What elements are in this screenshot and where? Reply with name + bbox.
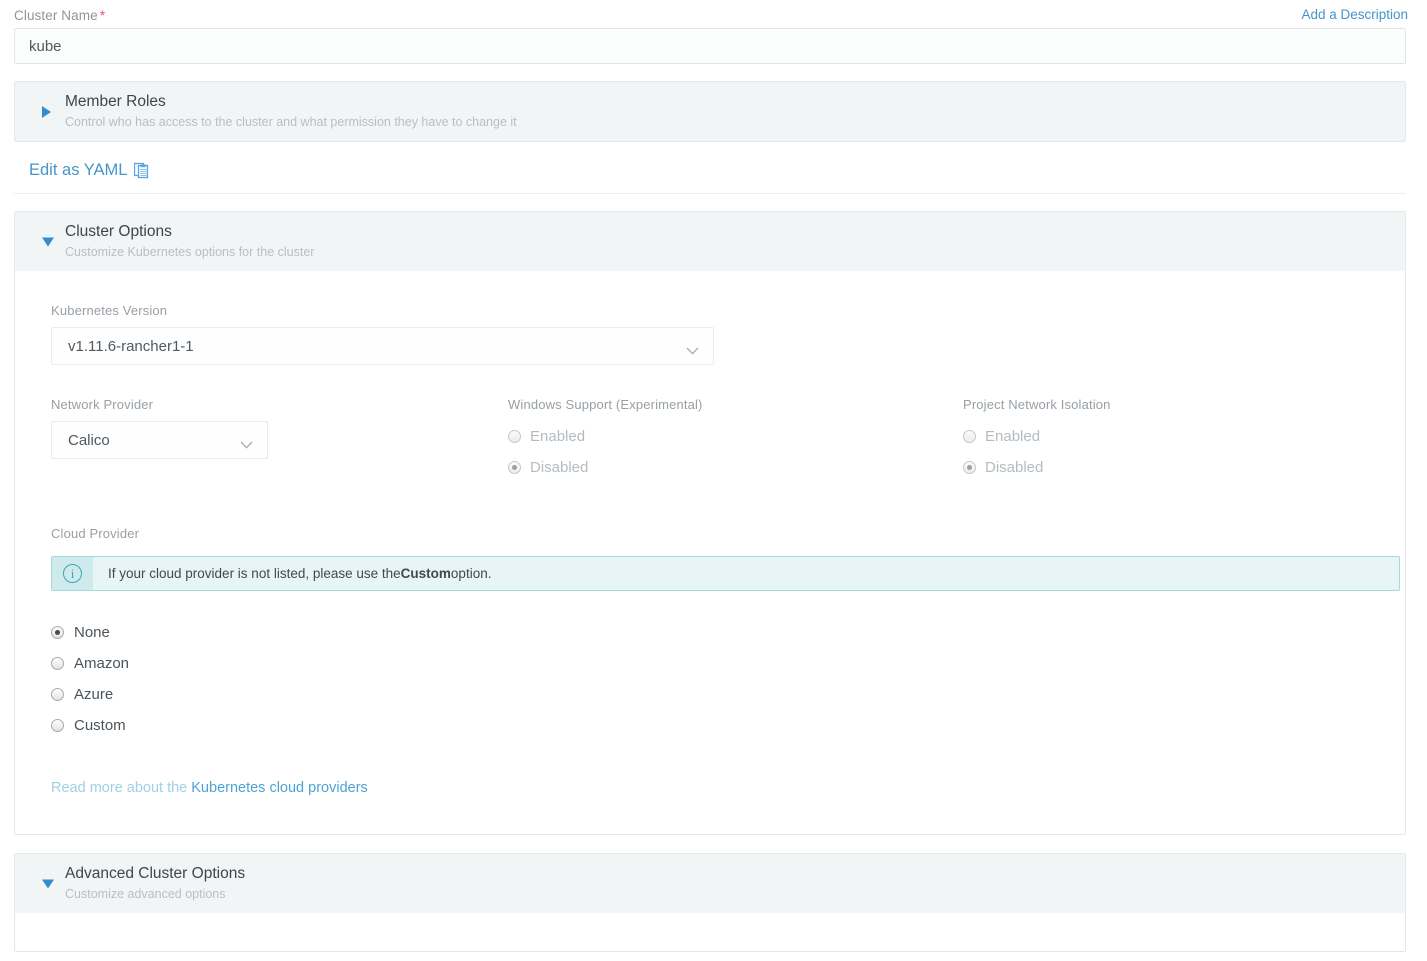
windows-support-field: Windows Support (Experimental) Enabled D… [508,397,963,483]
project-network-isolation-label: Project Network Isolation [963,397,1111,412]
advanced-cluster-options-accordion: Advanced Cluster Options Customize advan… [14,853,1406,952]
info-icon-cell: i [52,557,93,590]
project-network-isolation-option-disabled[interactable]: Disabled [963,452,1405,483]
member-roles-header[interactable]: Member Roles Control who has access to t… [15,82,1405,141]
cloud-provider-option-none[interactable]: None [51,617,1405,648]
kubernetes-version-value: v1.11.6-rancher1-1 [68,337,194,355]
edit-as-yaml-row: Edit as YAML [14,161,1406,194]
windows-support-label: Windows Support (Experimental) [508,397,703,412]
chevron-down-icon [240,436,253,449]
radio-icon-selected [508,461,521,474]
project-network-isolation-option-enabled-label: Enabled [985,428,1041,445]
kubernetes-version-label: Kubernetes Version [51,303,168,318]
banner-text-bold: Custom [400,566,451,581]
cluster-options-body: Kubernetes Version v1.11.6-rancher1-1 Ne… [15,271,1405,834]
radio-icon [508,430,521,443]
windows-support-option-disabled[interactable]: Disabled [508,452,963,483]
kubernetes-cloud-providers-link[interactable]: Kubernetes cloud providers [191,780,368,796]
cluster-options-header[interactable]: Cluster Options Customize Kubernetes opt… [15,212,1405,271]
caret-right-icon [42,105,51,118]
radio-icon [963,430,976,443]
caret-down-icon [42,879,54,888]
chevron-down-icon [686,342,699,355]
windows-support-option-enabled[interactable]: Enabled [508,421,963,452]
advanced-cluster-options-title: Advanced Cluster Options [65,865,246,882]
cloud-provider-options: None Amazon Azure Custom [51,617,1405,741]
cloud-provider-info-banner: i If your cloud provider is not listed, … [51,556,1400,591]
network-provider-value: Calico [68,431,110,449]
cluster-name-label: Cluster Name * [14,7,105,23]
member-roles-accordion: Member Roles Control who has access to t… [14,81,1406,142]
banner-text-after: option. [450,566,492,581]
clipboard-icon [134,162,150,179]
cloud-provider-option-azure[interactable]: Azure [51,679,1405,710]
radio-icon-selected [963,461,976,474]
add-a-description-link[interactable]: Add a Description [1301,7,1408,22]
cluster-options-accordion: Cluster Options Customize Kubernetes opt… [14,211,1406,835]
cloud-provider-label: Cloud Provider [51,526,140,541]
project-network-isolation-option-disabled-label: Disabled [985,459,1044,476]
required-asterisk: * [99,7,106,23]
info-icon: i [63,564,82,583]
radio-icon [51,657,64,670]
cloud-provider-info-text: If your cloud provider is not listed, pl… [93,557,491,590]
advanced-cluster-options-body [15,913,1405,951]
cloud-provider-option-custom-label: Custom [74,717,126,734]
cloud-provider-section: Cloud Provider i If your cloud provider … [15,526,1405,796]
edit-as-yaml-label: Edit as YAML [29,161,128,179]
advanced-cluster-options-subtitle: Customize advanced options [65,887,226,901]
radio-icon [51,688,64,701]
cluster-options-subtitle: Customize Kubernetes options for the clu… [65,245,315,259]
project-network-isolation-field: Project Network Isolation Enabled Disabl… [963,397,1405,483]
cluster-config-page: Cluster Name* Add a Description Member R… [0,0,1427,961]
member-roles-title: Member Roles [65,93,166,110]
advanced-cluster-options-header[interactable]: Advanced Cluster Options Customize advan… [15,854,1405,913]
kubernetes-version-field: Kubernetes Version v1.11.6-rancher1-1 [15,303,1405,365]
cloud-provider-option-none-label: None [74,624,110,641]
member-roles-subtitle: Control who has access to the cluster an… [65,115,517,129]
caret-down-icon [42,237,54,246]
cloud-provider-option-custom[interactable]: Custom [51,710,1405,741]
radio-icon-selected [51,626,64,639]
cluster-options-title: Cluster Options [65,223,172,240]
radio-icon [51,719,64,732]
network-options-row: Network Provider Calico Windows Support … [15,397,1405,483]
windows-support-option-disabled-label: Disabled [530,459,589,476]
edit-as-yaml-link[interactable]: Edit as YAML [14,161,150,180]
banner-text-before: If your cloud provider is not listed, pl… [108,566,401,581]
project-network-isolation-option-enabled[interactable]: Enabled [963,421,1405,452]
read-more-prefix: Read more about the [51,780,192,796]
cluster-name-row: Cluster Name * Add a Description [0,0,1427,28]
windows-support-option-enabled-label: Enabled [530,428,586,445]
network-provider-label: Network Provider [51,397,154,412]
kubernetes-version-select[interactable]: v1.11.6-rancher1-1 [51,327,714,365]
cluster-name-label-text: Cluster Name [14,8,98,23]
cloud-provider-option-azure-label: Azure [74,686,114,703]
cluster-name-input-wrap [14,28,1406,64]
cloud-provider-option-amazon-label: Amazon [74,655,130,672]
network-provider-field: Network Provider Calico [51,397,508,483]
network-provider-select[interactable]: Calico [51,421,268,459]
cloud-provider-option-amazon[interactable]: Amazon [51,648,1405,679]
read-more-row: Read more about the Kubernetes cloud pro… [51,780,1405,796]
cluster-name-input[interactable] [14,28,1406,64]
